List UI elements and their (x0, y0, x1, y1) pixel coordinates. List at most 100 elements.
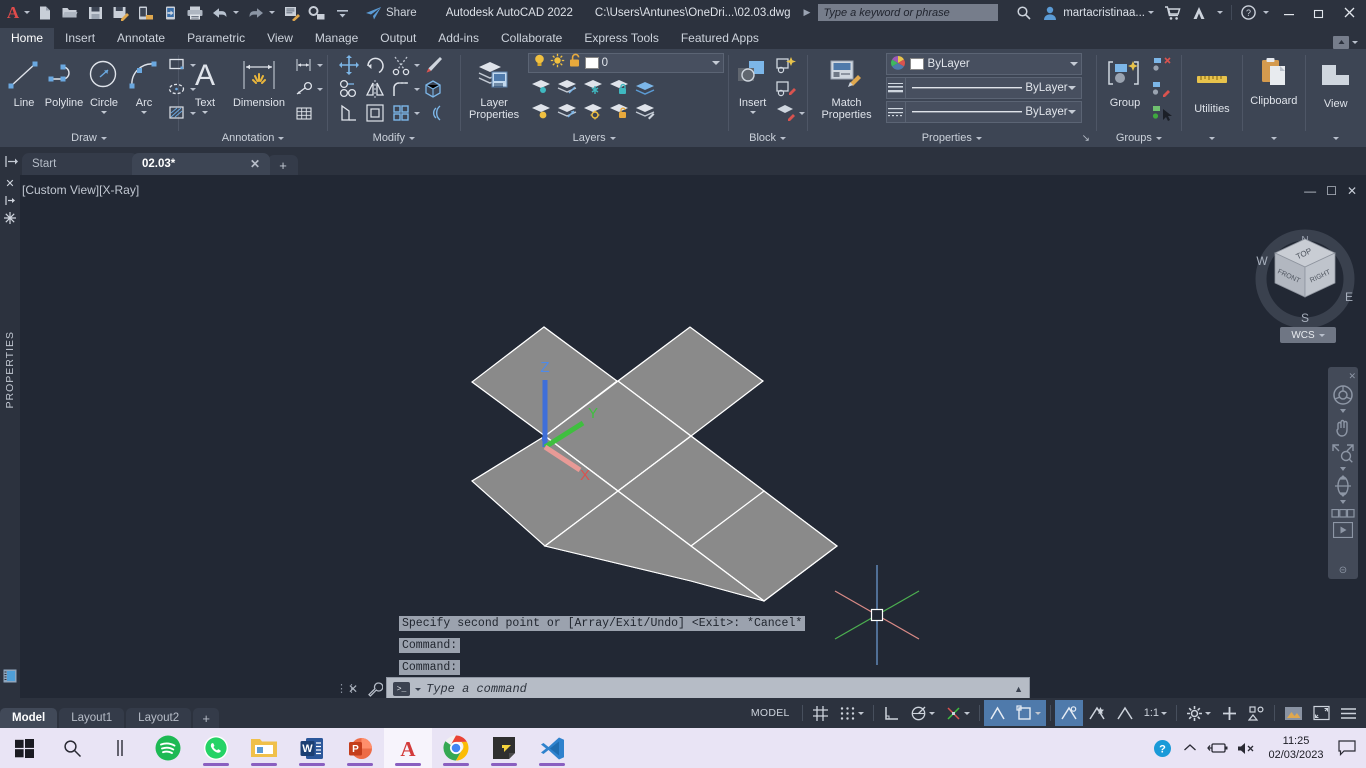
redo-dropdown-caret-icon[interactable] (269, 11, 275, 14)
group-edit-icon[interactable] (1149, 77, 1175, 101)
annotation-scale-selector[interactable]: 1:1 (1139, 700, 1172, 726)
isolate-objects-button[interactable] (1243, 700, 1270, 726)
share-button[interactable]: Share (360, 4, 422, 22)
properties-palette-icon[interactable] (3, 669, 17, 688)
layer-dropdown-caret-icon[interactable] (711, 61, 720, 65)
layer-freeze-icon[interactable] (580, 75, 606, 99)
task-view-button[interactable] (96, 728, 144, 768)
text-button[interactable]: A Text (183, 53, 227, 114)
tab-annotate[interactable]: Annotate (106, 28, 176, 49)
tab-featured-apps[interactable]: Featured Apps (670, 28, 770, 49)
cart-icon[interactable] (1160, 2, 1186, 24)
taskbar-clock[interactable]: 11:25 02/03/2023 (1260, 734, 1332, 762)
table-icon[interactable] (291, 101, 317, 125)
search-taskbar-button[interactable] (48, 728, 96, 768)
dimension-button[interactable]: Dimension (227, 53, 291, 109)
showmotion-thumbnails-icon[interactable] (1330, 507, 1356, 520)
block-dropdown-caret-icon[interactable] (798, 111, 805, 115)
layer-isolate-icon[interactable] (528, 75, 554, 99)
powerpoint-button[interactable]: P (336, 728, 384, 768)
properties-panel-caret-icon[interactable] (975, 136, 982, 140)
layout-tab-model[interactable]: Model (0, 708, 58, 728)
layer-change-to-current-icon[interactable] (632, 99, 658, 123)
copy-icon[interactable] (336, 77, 362, 101)
panel-title-utilities[interactable] (1208, 131, 1215, 147)
panel-title-layers[interactable]: Layers (461, 131, 728, 147)
minimize-button[interactable] (1274, 0, 1304, 25)
linetype-dropdown-caret-icon[interactable] (1067, 110, 1076, 114)
arc-dropdown-caret-icon[interactable] (141, 111, 147, 114)
layer-selector[interactable]: 0 (527, 53, 724, 73)
color-dropdown-caret-icon[interactable] (1069, 62, 1078, 66)
ribbon-minimize-caret-icon[interactable] (1352, 41, 1358, 44)
3d-object-snap-toggle[interactable] (1010, 700, 1046, 726)
annotation-panel-caret-icon[interactable] (278, 136, 285, 140)
layout-tab-layout1[interactable]: Layout1 (59, 708, 125, 728)
group-button[interactable]: Group (1101, 53, 1149, 109)
undo-icon[interactable] (208, 2, 232, 24)
qat-customize-icon[interactable] (330, 2, 354, 24)
workspace-switching-button[interactable] (1181, 700, 1216, 726)
polyline-button[interactable]: Polyline (44, 53, 84, 109)
properties-menu-icon[interactable] (0, 209, 20, 226)
path-dropdown-icon[interactable]: ▶ (804, 7, 811, 18)
object-snap-tracking-toggle[interactable] (1054, 700, 1083, 726)
circle-button[interactable]: Circle (84, 53, 124, 114)
file-tab-menu-icon[interactable] (0, 147, 22, 175)
steering-wheel-icon[interactable] (1330, 383, 1356, 407)
search-input[interactable]: Type a keyword or phrase (818, 4, 999, 21)
rotate-icon[interactable] (362, 53, 388, 77)
tab-view[interactable]: View (256, 28, 304, 49)
open-from-web-icon[interactable] (158, 2, 182, 24)
layer-off-icon[interactable] (528, 99, 554, 123)
text-dropdown-caret-icon[interactable] (201, 111, 208, 114)
redo-icon[interactable] (244, 2, 268, 24)
tab-collaborate[interactable]: Collaborate (490, 28, 573, 49)
group-selection-icon[interactable] (1149, 101, 1175, 125)
close-button[interactable] (1334, 0, 1364, 25)
help-icon[interactable]: ? (1235, 2, 1261, 24)
lightbulb-icon[interactable] (532, 53, 547, 73)
object-snap-toggle[interactable] (983, 700, 1011, 726)
panel-title-block[interactable]: Block (729, 131, 807, 147)
wcs-caret-icon[interactable] (1318, 333, 1325, 337)
notification-center-button[interactable] (1332, 728, 1362, 768)
command-expand-icon[interactable]: ▲ (1014, 684, 1023, 694)
customization-button[interactable] (1335, 700, 1362, 726)
undo-dropdown-caret-icon[interactable] (233, 11, 239, 14)
panel-title-draw[interactable]: Draw (0, 131, 178, 147)
orbit-icon[interactable] (1330, 474, 1356, 498)
zoom-caret-icon[interactable] (1340, 467, 1346, 471)
vscode-button[interactable] (528, 728, 576, 768)
linear-dimension-icon[interactable] (291, 53, 317, 77)
panel-title-annotation[interactable]: Annotation (179, 131, 327, 147)
layer-unlock-icon[interactable] (606, 99, 632, 123)
close-icon[interactable]: ✕ (238, 157, 260, 171)
save-icon[interactable] (83, 2, 107, 24)
navbar-collapse-icon[interactable]: ⊝ (1339, 565, 1347, 576)
utilities-panel-caret-icon[interactable] (1208, 136, 1215, 140)
isodraft-caret-icon[interactable] (963, 711, 970, 715)
panel-title-clipboard[interactable] (1270, 131, 1277, 147)
layer-match-icon[interactable] (580, 99, 606, 123)
sun-icon[interactable] (550, 53, 565, 73)
array-icon[interactable] (388, 101, 414, 125)
save-as-icon[interactable] (108, 2, 132, 24)
navbar-close-icon[interactable]: ✕ (1348, 371, 1356, 382)
panel-title-modify[interactable]: Modify (328, 131, 460, 147)
circle-dropdown-caret-icon[interactable] (101, 111, 107, 114)
word-button[interactable]: W (288, 728, 336, 768)
move-icon[interactable] (336, 53, 362, 77)
tab-add-ins[interactable]: Add-ins (427, 28, 490, 49)
command-history-caret-icon[interactable] (415, 687, 422, 691)
chrome-button[interactable] (432, 728, 480, 768)
edit-attribute-icon[interactable] (773, 101, 799, 125)
autocad-button[interactable]: A (384, 728, 432, 768)
autodesk-apps-icon[interactable] (1186, 2, 1212, 24)
tab-express-tools[interactable]: Express Tools (573, 28, 669, 49)
sticky-notes-button[interactable] (480, 728, 528, 768)
tab-home[interactable]: Home (0, 28, 55, 49)
volume-muted-icon[interactable] (1232, 728, 1260, 768)
panel-title-groups[interactable]: Groups (1097, 131, 1181, 147)
application-menu-button[interactable]: A (0, 0, 26, 25)
